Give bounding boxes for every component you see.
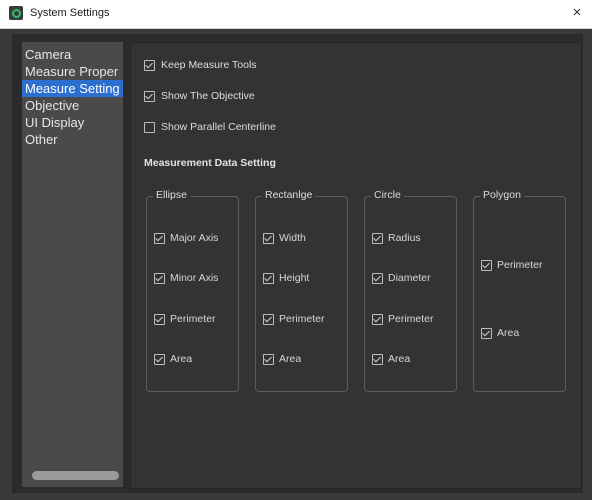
sidebar-item-measure-properties[interactable]: Measure Proper (22, 63, 123, 80)
checkbox-label: Minor Axis (170, 272, 219, 284)
show-parallel-centerline-checkbox[interactable]: Show Parallel Centerline (144, 121, 276, 133)
sidebar-nav-list: Camera Measure Proper Measure Setting Ob… (22, 46, 123, 148)
circle-diameter-checkbox[interactable]: Diameter (372, 272, 431, 284)
checkbox-label: Perimeter (170, 313, 216, 325)
circle-radius-checkbox[interactable]: Radius (372, 232, 421, 244)
checkbox-label: Area (388, 353, 411, 365)
checkbox-label: Area (497, 327, 520, 339)
sidebar-item-other[interactable]: Other (22, 131, 123, 148)
group-title: Circle (371, 189, 404, 201)
checkbox-label: Diameter (388, 272, 431, 284)
sidebar-item-ui-display[interactable]: UI Display (22, 114, 123, 131)
checkbox-check-icon[interactable] (144, 90, 155, 102)
ellipse-minor-axis-checkbox[interactable]: Minor Axis (154, 272, 218, 284)
circle-perimeter-checkbox[interactable]: Perimeter (372, 313, 434, 325)
polygon-area-checkbox[interactable]: Area (481, 327, 519, 339)
checkbox-label: Area (279, 353, 302, 365)
app-logo-icon (9, 6, 23, 20)
rectangle-group: Rectanlge Width Height Perimeter Area (255, 189, 348, 392)
checkbox-check-icon[interactable] (154, 313, 165, 325)
sidebar-item-objective[interactable]: Objective (22, 97, 123, 114)
circle-area-checkbox[interactable]: Area (372, 353, 410, 365)
checkbox-label: Show The Objective (161, 90, 255, 102)
ellipse-area-checkbox[interactable]: Area (154, 353, 192, 365)
sidebar-item-measure-setting[interactable]: Measure Setting (22, 80, 123, 97)
ellipse-perimeter-checkbox[interactable]: Perimeter (154, 313, 216, 325)
checkbox-label: Height (279, 272, 310, 284)
group-title: Rectanlge (262, 189, 316, 201)
polygon-group: Polygon Perimeter Area (473, 189, 566, 392)
ellipse-group: Ellipse Major Axis Minor Axis Perimeter … (146, 189, 239, 392)
close-button[interactable]: × (566, 2, 588, 24)
checkbox-check-icon[interactable] (372, 313, 383, 325)
measure-setting-panel: Keep Measure Tools Show The Objective Sh… (130, 42, 582, 489)
checkbox-label: Area (170, 353, 193, 365)
group-title: Ellipse (153, 189, 190, 201)
checkbox-check-icon[interactable] (372, 272, 383, 284)
checkbox-label: Keep Measure Tools (161, 59, 257, 71)
checkbox-label: Perimeter (497, 259, 543, 271)
checkbox-check-icon[interactable] (481, 259, 492, 271)
checkbox-check-icon[interactable] (263, 313, 274, 325)
checkbox-check-icon[interactable] (263, 232, 274, 244)
ellipse-major-axis-checkbox[interactable]: Major Axis (154, 232, 218, 244)
circle-group: Circle Radius Diameter Perimeter Area (364, 189, 457, 392)
group-title: Polygon (480, 189, 524, 201)
window-title: System Settings (30, 7, 110, 19)
rectangle-perimeter-checkbox[interactable]: Perimeter (263, 313, 325, 325)
checkbox-check-icon[interactable] (154, 272, 165, 284)
settings-client-area: Camera Measure Proper Measure Setting Ob… (12, 34, 583, 493)
checkbox-label: Perimeter (388, 313, 434, 325)
checkbox-label: Radius (388, 232, 421, 244)
checkbox-check-icon[interactable] (481, 327, 492, 339)
rectangle-width-checkbox[interactable]: Width (263, 232, 306, 244)
checkbox-check-icon[interactable] (154, 232, 165, 244)
checkbox-empty-icon[interactable] (144, 121, 155, 133)
settings-sidebar: Camera Measure Proper Measure Setting Ob… (22, 42, 123, 487)
measurement-data-setting-heading: Measurement Data Setting (144, 157, 276, 169)
polygon-perimeter-checkbox[interactable]: Perimeter (481, 259, 543, 271)
checkbox-check-icon[interactable] (154, 353, 165, 365)
rectangle-height-checkbox[interactable]: Height (263, 272, 309, 284)
checkbox-label: Major Axis (170, 232, 219, 244)
sidebar-horizontal-scrollbar[interactable] (32, 471, 119, 480)
checkbox-check-icon[interactable] (372, 232, 383, 244)
checkbox-check-icon[interactable] (263, 272, 274, 284)
checkbox-check-icon[interactable] (263, 353, 274, 365)
sidebar-item-camera[interactable]: Camera (22, 46, 123, 63)
checkbox-check-icon[interactable] (144, 59, 155, 71)
show-objective-checkbox[interactable]: Show The Objective (144, 90, 255, 102)
keep-measure-tools-checkbox[interactable]: Keep Measure Tools (144, 59, 257, 71)
title-bar: System Settings × (0, 0, 592, 29)
checkbox-check-icon[interactable] (372, 353, 383, 365)
checkbox-label: Perimeter (279, 313, 325, 325)
checkbox-label: Width (279, 232, 306, 244)
checkbox-label: Show Parallel Centerline (161, 121, 276, 133)
rectangle-area-checkbox[interactable]: Area (263, 353, 301, 365)
